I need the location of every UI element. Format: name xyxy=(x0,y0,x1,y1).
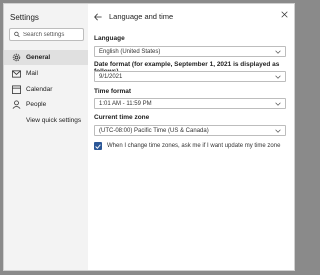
time-zone-dropdown[interactable]: (UTC-08:00) Pacific Time (US & Canada) xyxy=(94,125,286,136)
page-title: Language and time xyxy=(109,12,174,21)
settings-title: Settings xyxy=(10,13,39,22)
dropdown-value: 9/1/2021 xyxy=(99,73,123,80)
time-format-dropdown[interactable]: 1:01 AM - 11:59 PM xyxy=(94,98,286,109)
main-panel: Language and time Language English (Unit… xyxy=(88,4,294,270)
sidebar: Settings General xyxy=(4,4,88,270)
time-zone-prompt-checkbox[interactable] xyxy=(94,142,102,150)
chevron-down-icon xyxy=(275,50,281,54)
sidebar-item-mail[interactable]: Mail xyxy=(4,66,88,81)
sidebar-item-label: People xyxy=(26,101,47,108)
chevron-down-icon xyxy=(275,129,281,133)
checkmark-icon xyxy=(95,143,101,149)
language-label: Language xyxy=(94,35,125,42)
time-zone-label: Current time zone xyxy=(94,114,150,121)
sidebar-item-calendar[interactable]: Calendar xyxy=(4,82,88,97)
calendar-icon xyxy=(11,85,21,95)
sidebar-item-people[interactable]: People xyxy=(4,97,88,112)
sidebar-item-label: Calendar xyxy=(26,86,53,93)
back-arrow-icon[interactable] xyxy=(94,13,102,21)
mail-icon xyxy=(11,69,21,79)
dropdown-value: 1:01 AM - 11:59 PM xyxy=(99,100,152,107)
people-icon xyxy=(11,100,21,110)
dropdown-value: (UTC-08:00) Pacific Time (US & Canada) xyxy=(99,127,209,134)
time-format-label: Time format xyxy=(94,88,132,95)
chevron-down-icon xyxy=(275,102,281,106)
search-box[interactable] xyxy=(9,28,84,41)
sidebar-item-label: Mail xyxy=(26,70,38,77)
search-input[interactable] xyxy=(20,31,83,38)
dropdown-value: English (United States) xyxy=(99,48,161,55)
date-format-dropdown[interactable]: 9/1/2021 xyxy=(94,71,286,82)
sidebar-item-view-quick-settings[interactable]: View quick settings xyxy=(4,113,88,128)
sidebar-item-label: View quick settings xyxy=(26,117,82,124)
chevron-down-icon xyxy=(275,75,281,79)
settings-window: Settings General xyxy=(3,3,295,271)
language-dropdown[interactable]: English (United States) xyxy=(94,46,286,57)
checkbox-label: When I change time zones, ask me if I wa… xyxy=(107,143,281,149)
gear-icon xyxy=(11,53,21,63)
close-icon[interactable] xyxy=(281,11,288,18)
time-zone-prompt-option: When I change time zones, ask me if I wa… xyxy=(94,142,280,150)
sidebar-item-label: General xyxy=(26,54,51,61)
header: Language and time xyxy=(94,12,173,21)
sidebar-item-general[interactable]: General xyxy=(4,50,88,65)
